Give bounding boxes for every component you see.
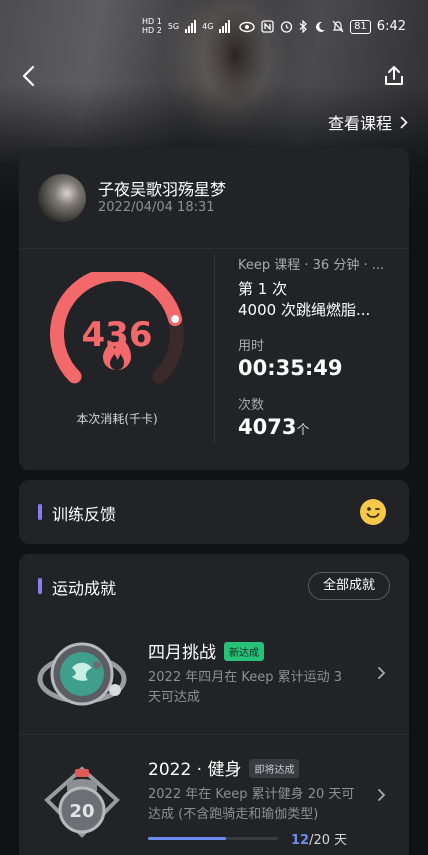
chevron-right-icon [378, 789, 386, 801]
divider [19, 248, 409, 249]
achievement-progress-fill [148, 837, 226, 840]
count-value: 4073 [238, 415, 297, 439]
view-course-link[interactable]: 查看课程 [328, 110, 408, 134]
status-bar: HD 1 HD 2 5G 4G 81 6:42 [0, 0, 428, 56]
workout-date: 2022/04/04 18:31 [98, 200, 215, 215]
duration-label: 用时 [238, 339, 265, 354]
medal-number: 20 [69, 801, 94, 822]
achievement-title-row: 2022 · 健身 即将达成 [148, 755, 300, 780]
fitness-2022-medal-icon: 20 [44, 766, 120, 838]
achievements-title: 运动成就 [52, 579, 117, 598]
alarm-icon [280, 21, 293, 33]
course-name[interactable]: 4000 次跳绳燃脂... [238, 300, 398, 321]
signal-icon-2 [219, 20, 231, 33]
workout-summary-card: 子夜吴歌羽殇星梦 2022/04/04 18:31 436 本次消耗(千卡) K… [19, 148, 409, 470]
april-challenge-medal-icon [37, 642, 127, 706]
achievement-item[interactable]: 四月挑战 新达成 2022 年四月在 Keep 累计运动 3 天可达成 [19, 624, 409, 734]
avatar[interactable] [38, 174, 86, 222]
count-value-row: 4073个 [238, 415, 398, 439]
achievement-desc: 2022 年四月在 Keep 累计运动 3 天可达成 [148, 670, 343, 705]
hd1-indicator: HD 1 [142, 17, 162, 26]
achievement-desc: 2022 年在 Keep 累计健身 20 天可达成 (不含跑骑走和瑜伽类型) [148, 787, 355, 822]
chevron-right-icon [378, 667, 386, 679]
smile-emoji-icon[interactable] [359, 498, 387, 526]
moon-icon [316, 21, 326, 32]
course-times: 第 1 次 [238, 280, 288, 298]
section-accent-bar [38, 578, 42, 594]
network-type: 5G [167, 21, 180, 31]
achievements-card: 运动成就 全部成就 四月挑战 新达成 2022 年四月在 Keep 累计运动 3 … [19, 554, 409, 855]
view-course-label: 查看课程 [327, 114, 392, 133]
signal-icon [185, 20, 197, 33]
calories-label: 本次消耗(千卡) [76, 412, 158, 426]
hd2-indicator: HD 2 [142, 26, 162, 35]
achievement-title: 2022 · 健身 [148, 760, 242, 780]
eye-icon [239, 21, 255, 32]
status-badge: 即将达成 [249, 759, 300, 778]
count-unit: 个 [296, 423, 310, 438]
clock: 6:42 [376, 19, 406, 34]
progress-total: /20 天 [309, 833, 348, 848]
status-badge: 新达成 [224, 642, 264, 661]
nfc-icon [261, 20, 274, 33]
battery-indicator: 81 [350, 19, 371, 34]
calories-value: 436 [81, 315, 153, 355]
achievement-progress-bar [148, 837, 278, 840]
chevron-right-icon [400, 116, 408, 128]
feedback-title: 训练反馈 [52, 505, 117, 524]
achievement-title-row: 四月挑战 新达成 [148, 638, 264, 663]
workout-stats: Keep 课程 · 36 分钟 · ... 第 1 次 4000 次跳绳燃脂..… [238, 254, 398, 439]
bluetooth-icon [299, 20, 307, 33]
all-achievements-button[interactable]: 全部成就 [307, 572, 390, 600]
user-name: 子夜吴歌羽殇星梦 [98, 180, 227, 199]
progress-current: 12 [291, 833, 310, 848]
duration-value: 00:35:49 [238, 356, 343, 380]
course-meta: Keep 课程 · 36 分钟 · ... [238, 258, 385, 273]
share-button[interactable] [382, 64, 406, 88]
achievement-title: 四月挑战 [148, 643, 216, 663]
achievement-progress-text: 12/20 天 [291, 829, 347, 848]
back-button[interactable] [18, 64, 42, 88]
section-accent-bar [38, 504, 42, 520]
count-label: 次数 [238, 398, 265, 413]
vertical-divider [214, 254, 215, 444]
training-feedback-card[interactable]: 训练反馈 [19, 480, 409, 544]
network-type-2: 4G [202, 21, 214, 31]
achievement-item[interactable]: 20 2022 · 健身 即将达成 2022 年在 Keep 累计健身 20 天可… [19, 734, 409, 855]
mute-icon [332, 20, 344, 33]
